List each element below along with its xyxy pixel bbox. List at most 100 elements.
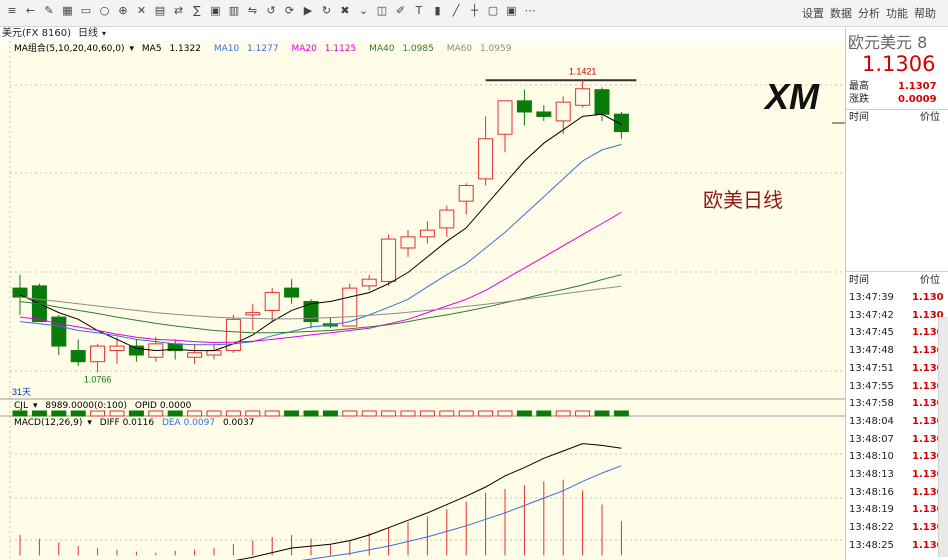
chart-area[interactable]: 1.1421 1.0766 31天 MA组合(5,10,20,40,60,0) ▾ M…	[0, 41, 845, 560]
down-icon[interactable]: ⌄	[356, 4, 372, 18]
tick-row: 13:48:13 1.130	[846, 466, 948, 483]
ma40-line	[19, 274, 622, 334]
screen-icon[interactable]: ▢	[485, 4, 501, 18]
back-icon[interactable]: ←	[23, 4, 39, 18]
close-icon[interactable]: ✖	[337, 4, 353, 18]
play-icon[interactable]: ▶	[300, 4, 316, 18]
candle-body	[555, 101, 571, 122]
f10-icon[interactable]: ◫	[374, 4, 390, 18]
toolbar-menu-item[interactable]: 分析	[858, 5, 880, 21]
candle-body	[575, 88, 591, 106]
symbol-label[interactable]: 美元(FX 8160)	[2, 27, 71, 41]
zoom-in-icon[interactable]: ⊕	[115, 4, 131, 18]
candle-body	[12, 287, 28, 298]
logo-text: XM	[763, 78, 820, 115]
candle-body	[187, 352, 203, 358]
volume-bar	[419, 410, 435, 417]
circle-icon[interactable]: ○	[97, 4, 113, 18]
candle-body	[478, 138, 494, 180]
macd-indicator-label[interactable]: MACD(12,26,9) ▾	[14, 418, 92, 428]
ma5-label: MA5 1.1322	[141, 44, 201, 54]
candle-body	[109, 345, 125, 352]
volume-bar	[458, 410, 474, 417]
refresh-icon[interactable]: ↻	[319, 4, 335, 18]
volume-bar	[381, 410, 397, 417]
tick-time: 13:47:55	[849, 380, 894, 392]
low-annotation: 1.0766	[84, 374, 112, 384]
period-icon[interactable]: ⇄	[171, 4, 187, 18]
volume-bar	[478, 410, 494, 417]
toolbar-menu-item[interactable]: 设置	[802, 5, 824, 21]
cross-icon[interactable]: ✕	[134, 4, 150, 18]
tick-time: 13:48:10	[849, 451, 894, 463]
volume-bar	[225, 410, 241, 417]
candle-body	[51, 316, 67, 347]
tick-header: 时间 价位	[849, 275, 940, 286]
indicator-icon[interactable]: ∑	[189, 4, 205, 18]
month-icon[interactable]: ▥	[226, 4, 242, 18]
chevron-down-icon[interactable]: ▾	[102, 27, 106, 41]
window-icon[interactable]: ▣	[504, 4, 520, 18]
cjl-value: 8989.0000(0:100)	[45, 401, 127, 411]
candle-body	[536, 111, 552, 117]
tick-row: 13:48:25 1.130	[846, 537, 948, 554]
macd-value: 0.0037	[222, 418, 255, 428]
diff-value: DIFF 0.0116	[99, 418, 155, 428]
tick-row: 13:47:58 1.130	[846, 395, 948, 412]
line-icon[interactable]: ╱	[448, 4, 464, 18]
tick-time: 13:48:25	[849, 539, 894, 551]
pen-icon[interactable]: ✐	[393, 4, 409, 18]
more-icon[interactable]: ⋯	[522, 4, 538, 18]
tick-scrollbar[interactable]	[938, 317, 948, 557]
ma10-label: MA10 1.1277	[213, 44, 279, 54]
tick-time: 13:48:07	[849, 433, 894, 445]
tick-header-top: 时间 价位	[849, 112, 940, 123]
tick-time: 13:47:42	[849, 309, 894, 321]
diff-line	[235, 443, 622, 560]
ma20-label: MA20 1.1125	[291, 44, 357, 54]
history-icon[interactable]: ↺	[263, 4, 279, 18]
ma-legend: MA组合(5,10,20,40,60,0) ▾ MA5 1.1322 MA10 1…	[14, 43, 521, 55]
draw-icon[interactable]: ✎	[41, 4, 57, 18]
cjl-label[interactable]: CJL ▾	[14, 401, 37, 411]
high-annotation: 1.1421	[569, 66, 597, 76]
period-label: 31天	[12, 387, 31, 397]
period-selector[interactable]: 日线	[78, 27, 98, 41]
tick-time: 13:48:04	[849, 415, 894, 427]
chart-title: 欧美日线	[703, 188, 783, 212]
toolbar-menu-item[interactable]: 功能	[886, 5, 908, 21]
grid-icon[interactable]: ▤	[152, 4, 168, 18]
layout-icon[interactable]: ▭	[78, 4, 94, 18]
candle-body	[497, 100, 513, 135]
volume-bar	[516, 410, 532, 417]
candle-body	[381, 238, 397, 282]
menu-icon[interactable]: ≡	[4, 4, 20, 18]
ma-indicator-label[interactable]: MA组合(5,10,20,40,60,0) ▾	[14, 44, 134, 54]
tick-row: 13:48:22 1.130	[846, 519, 948, 536]
text-icon[interactable]: T	[411, 4, 427, 18]
opid-value: OPID 0.0000	[134, 401, 192, 411]
ma5-line	[19, 113, 622, 352]
volume-bar	[594, 410, 610, 417]
tick-time: 13:47:58	[849, 398, 894, 410]
tick-time: 13:48:13	[849, 469, 894, 480]
chart-icon[interactable]: ▦	[60, 4, 76, 18]
compare-icon[interactable]: ⇋	[245, 4, 261, 18]
stock-icon[interactable]: ▣	[208, 4, 224, 18]
candle-body	[90, 345, 106, 363]
volume-bar	[400, 410, 416, 417]
bar-icon[interactable]: ▮	[430, 4, 446, 18]
sync-icon[interactable]: ⟳	[282, 4, 298, 18]
volume-legend: CJL ▾ 8989.0000(0:100) OPID 0.0000	[14, 400, 196, 412]
volume-bar	[206, 410, 222, 417]
tick-time: 13:48:22	[849, 522, 894, 534]
tick-icon[interactable]: ┼	[467, 4, 483, 18]
kline-chart[interactable]: 1.1421 1.0766 31天	[0, 41, 845, 560]
candle-body	[206, 350, 222, 356]
candle-body	[516, 100, 532, 113]
dea-value: DEA 0.0097	[161, 418, 216, 428]
toolbar-menu-item[interactable]: 数据	[830, 5, 852, 21]
volume-bar	[264, 410, 280, 417]
toolbar-menu-item[interactable]: 帮助	[914, 5, 936, 21]
instrument-name: 欧元美元 8	[848, 33, 928, 52]
